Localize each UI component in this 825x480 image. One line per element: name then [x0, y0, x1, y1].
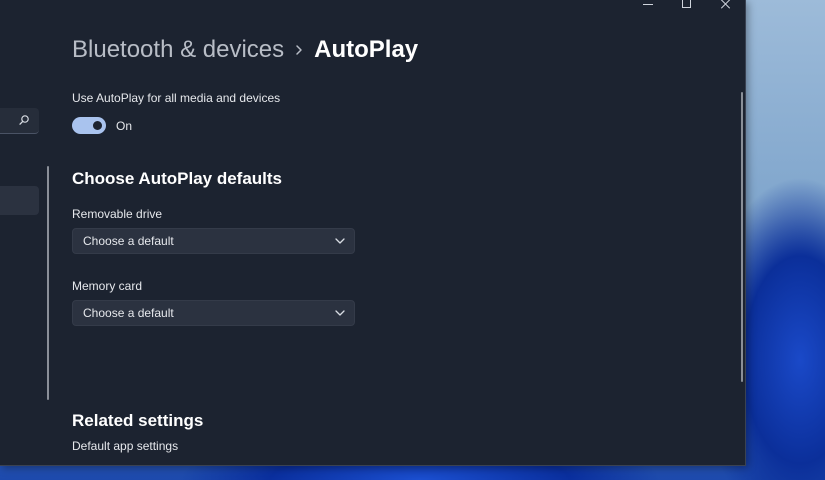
close-icon — [721, 0, 731, 8]
toggle-knob — [93, 121, 102, 130]
chevron-down-icon — [335, 310, 345, 316]
removable-drive-dropdown[interactable]: Choose a default — [72, 228, 355, 254]
memory-card-label: Memory card — [72, 279, 143, 293]
nav-scrollbar[interactable] — [47, 166, 49, 400]
nav-item-selected[interactable] — [0, 186, 39, 215]
page-title: AutoPlay — [314, 36, 419, 63]
breadcrumb-parent-link[interactable]: Bluetooth & devices — [72, 36, 284, 64]
dropdown-value: Choose a default — [83, 306, 174, 320]
caption-buttons — [628, 0, 745, 10]
maximize-button[interactable] — [667, 0, 706, 10]
minimize-icon — [642, 4, 653, 5]
chevron-right-icon — [284, 44, 314, 56]
settings-window: Bluetooth & devices AutoPlay Use AutoPla… — [0, 0, 746, 466]
maximize-icon — [682, 0, 691, 8]
autoplay-toggle-switch[interactable] — [72, 117, 106, 134]
minimize-button[interactable] — [628, 0, 667, 10]
search-icon — [19, 115, 29, 125]
removable-drive-label: Removable drive — [72, 207, 163, 221]
memory-card-dropdown[interactable]: Choose a default — [72, 300, 355, 326]
dropdown-value: Choose a default — [83, 234, 174, 248]
settings-search-box[interactable] — [0, 108, 39, 134]
page-scrollbar[interactable] — [741, 92, 743, 382]
related-settings-heading: Related settings — [72, 411, 204, 430]
autoplay-toggle-state: On — [116, 119, 133, 133]
defaults-section-heading: Choose AutoPlay defaults — [72, 169, 283, 188]
default-app-settings-link[interactable]: Default app settings — [72, 439, 178, 453]
chevron-down-icon — [335, 238, 345, 244]
autoplay-toggle-label: Use AutoPlay for all media and devices — [72, 91, 281, 105]
breadcrumb: Bluetooth & devices AutoPlay — [72, 36, 418, 64]
close-button[interactable] — [706, 0, 745, 10]
